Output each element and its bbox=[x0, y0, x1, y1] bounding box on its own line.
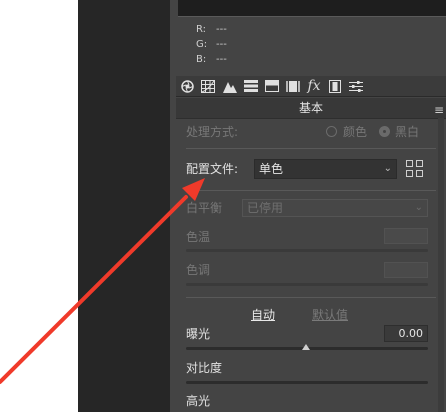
exposure-slider-thumb[interactable] bbox=[302, 344, 310, 350]
profile-browser-grid-icon[interactable] bbox=[406, 160, 424, 178]
presets-tab[interactable] bbox=[348, 78, 364, 94]
process-label: 处理方式: bbox=[186, 125, 239, 139]
rgb-row-b: B: --- bbox=[196, 52, 227, 67]
fx-icon: fx bbox=[307, 78, 321, 94]
channel-value: --- bbox=[216, 24, 227, 35]
panel-tabs: fx bbox=[176, 76, 446, 97]
panel-menu-icon[interactable]: ≡ bbox=[434, 100, 444, 120]
radio-bw-label: 黑白 bbox=[395, 125, 420, 139]
split-toning-tab[interactable] bbox=[264, 78, 280, 94]
auto-button[interactable]: 自动 bbox=[251, 307, 275, 323]
stripes-icon bbox=[244, 80, 258, 92]
default-button[interactable]: 默认值 bbox=[312, 307, 348, 323]
film-icon bbox=[329, 79, 341, 93]
divider bbox=[186, 148, 436, 149]
radio-color-label: 颜色 bbox=[343, 125, 368, 139]
channel-label: G: bbox=[196, 39, 208, 50]
grid-curve-icon bbox=[201, 79, 215, 93]
tint-value-field bbox=[384, 262, 428, 278]
panel-scrollbar[interactable] bbox=[438, 118, 444, 412]
rgb-row-r: R: --- bbox=[196, 22, 227, 37]
contrast-slider[interactable] bbox=[186, 381, 428, 384]
sliders-icon bbox=[349, 80, 363, 92]
section-title: 基本 bbox=[298, 101, 323, 115]
canvas-background bbox=[0, 0, 78, 412]
aperture-icon bbox=[180, 79, 194, 93]
rgb-row-g: G: --- bbox=[196, 37, 227, 52]
temperature-label: 色温 bbox=[186, 230, 211, 244]
tint-slider bbox=[186, 283, 428, 286]
lens-tab[interactable] bbox=[285, 78, 301, 94]
histogram bbox=[178, 0, 446, 17]
basic-tab[interactable] bbox=[179, 78, 195, 94]
contrast-label: 对比度 bbox=[186, 361, 223, 375]
channel-value: --- bbox=[216, 54, 227, 65]
divider bbox=[186, 190, 436, 191]
detail-tab[interactable] bbox=[222, 78, 238, 94]
chevron-down-icon: ⌄ bbox=[383, 163, 392, 174]
tint-label: 色调 bbox=[186, 263, 211, 277]
section-header-basic[interactable]: 基本 ≡ bbox=[176, 98, 446, 119]
exposure-label: 曝光 bbox=[186, 327, 211, 341]
divider bbox=[186, 297, 436, 298]
rgb-readout: R: --- G: --- B: --- bbox=[196, 22, 227, 67]
highlights-label: 高光 bbox=[186, 394, 211, 408]
image-preview-area bbox=[78, 0, 170, 412]
temperature-slider bbox=[186, 249, 428, 252]
adjustment-panel: R: --- G: --- B: --- fx 基本 ≡ 处理方式: 颜色 黑白… bbox=[170, 0, 446, 412]
radio-bw[interactable] bbox=[379, 126, 390, 137]
exposure-value-field[interactable]: 0.00 bbox=[384, 325, 428, 342]
split-box-icon bbox=[265, 80, 279, 92]
calibration-tab[interactable] bbox=[327, 78, 343, 94]
chevron-down-icon: ⌄ bbox=[414, 202, 423, 213]
white-balance-select: 已停用 ⌄ bbox=[242, 199, 428, 217]
channel-value: --- bbox=[216, 39, 227, 50]
mountain-icon bbox=[223, 81, 237, 93]
white-balance-value: 已停用 bbox=[247, 201, 284, 215]
profile-label: 配置文件: bbox=[186, 162, 239, 176]
lens-icon bbox=[286, 80, 300, 92]
profile-select[interactable]: 单色 ⌄ bbox=[254, 159, 397, 179]
white-balance-label: 白平衡 bbox=[186, 201, 223, 215]
hsl-tab[interactable] bbox=[243, 78, 259, 94]
channel-label: R: bbox=[196, 24, 207, 35]
profile-value: 单色 bbox=[259, 162, 284, 176]
temperature-value-field bbox=[384, 228, 428, 244]
radio-color[interactable] bbox=[326, 126, 337, 137]
tone-curve-tab[interactable] bbox=[200, 78, 216, 94]
channel-label: B: bbox=[196, 54, 207, 65]
effects-tab[interactable]: fx bbox=[306, 78, 322, 94]
